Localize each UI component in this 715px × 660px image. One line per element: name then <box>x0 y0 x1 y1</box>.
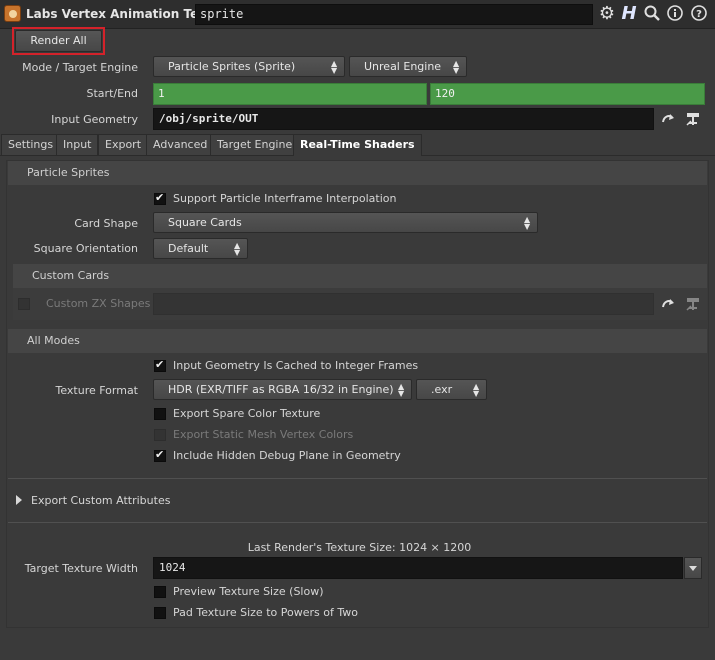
tab-export[interactable]: Export <box>98 134 149 155</box>
custom-zx-checkbox[interactable] <box>18 298 30 310</box>
jump-to-node-icon[interactable] <box>660 111 676 127</box>
texture-format-value: HDR (EXR/TIFF as RGBA 16/32 in Engine) <box>168 383 394 396</box>
info-icon[interactable] <box>666 4 684 22</box>
divider <box>8 522 707 523</box>
help-icon[interactable]: ? <box>690 4 708 22</box>
updown-arrow-icon: ▲ ▼ <box>473 382 480 398</box>
cached-frames-checkbox[interactable] <box>154 358 166 372</box>
custom-cards-heading: Custom Cards <box>13 264 707 288</box>
particle-sprites-heading: Particle Sprites <box>8 161 707 185</box>
square-orientation-menu[interactable]: Default ▲ ▼ <box>153 238 248 259</box>
all-modes-heading: All Modes <box>8 329 707 353</box>
updown-arrow-icon: ▲ ▼ <box>234 241 241 257</box>
end-frame-field[interactable]: 120 <box>430 83 705 105</box>
divider <box>8 478 707 479</box>
render-all-button[interactable]: Render All <box>15 30 102 52</box>
texture-format-menu[interactable]: HDR (EXR/TIFF as RGBA 16/32 in Engine) ▲… <box>153 379 412 400</box>
updown-arrow-icon: ▲ ▼ <box>331 59 338 75</box>
mode-menu[interactable]: Particle Sprites (Sprite) ▲ ▼ <box>153 56 345 77</box>
tab-target-engine[interactable]: Target Engine <box>210 134 300 155</box>
export-custom-attributes-label[interactable]: Export Custom Attributes <box>31 494 170 507</box>
preview-texture-checkbox[interactable] <box>154 586 166 598</box>
cached-frames-label: Input Geometry Is Cached to Integer Fram… <box>173 359 419 372</box>
interframe-label: Support Particle Interframe Interpolatio… <box>173 192 397 205</box>
mode-menu-value: Particle Sprites (Sprite) <box>168 60 296 73</box>
last-render-size-text: Last Render's Texture Size: 1024 × 1200 <box>247 541 472 554</box>
engine-menu[interactable]: Unreal Engine ▲ ▼ <box>349 56 467 77</box>
texture-ext-menu[interactable]: .exr ▲ ▼ <box>416 379 487 400</box>
input-geometry-label: Input Geometry <box>51 113 138 126</box>
custom-zx-label: Custom ZX Shapes <box>46 297 151 310</box>
texture-format-label: Texture Format <box>55 384 138 397</box>
startend-label: Start/End <box>86 87 138 100</box>
square-orientation-value: Default <box>168 242 209 255</box>
node-type-icon <box>4 5 21 22</box>
input-geometry-field[interactable]: /obj/sprite/OUT <box>153 108 654 130</box>
static-mesh-label: Export Static Mesh Vertex Colors <box>173 428 354 441</box>
spare-color-label: Export Spare Color Texture <box>173 407 321 420</box>
square-orientation-label: Square Orientation <box>33 242 138 255</box>
node-name-input[interactable]: sprite <box>195 4 593 25</box>
card-shape-value: Square Cards <box>168 216 242 229</box>
preview-texture-label: Preview Texture Size (Slow) <box>173 585 324 598</box>
search-icon[interactable] <box>643 4 661 22</box>
spare-color-checkbox[interactable] <box>154 408 166 420</box>
engine-menu-value: Unreal Engine <box>364 60 442 73</box>
updown-arrow-icon: ▲ ▼ <box>453 59 460 75</box>
node-chooser-icon[interactable] <box>684 110 702 128</box>
interframe-checkbox[interactable] <box>154 191 166 205</box>
tab-advanced[interactable]: Advanced <box>146 134 215 155</box>
tab-settings[interactable]: Settings <box>1 134 61 155</box>
updown-arrow-icon: ▲ ▼ <box>524 215 531 231</box>
custom-zx-field[interactable] <box>153 293 654 315</box>
chevron-down-icon <box>689 566 697 571</box>
static-mesh-checkbox[interactable] <box>154 429 166 441</box>
card-shape-menu[interactable]: Square Cards ▲ ▼ <box>153 212 538 233</box>
help-h-icon[interactable]: H <box>619 3 639 25</box>
debug-plane-checkbox[interactable] <box>154 448 166 462</box>
expand-arrow-icon[interactable] <box>16 495 22 505</box>
node-chooser-icon[interactable] <box>684 295 702 313</box>
pad-texture-label: Pad Texture Size to Powers of Two <box>173 606 358 619</box>
updown-arrow-icon: ▲ ▼ <box>398 382 405 398</box>
debug-plane-label: Include Hidden Debug Plane in Geometry <box>173 449 401 462</box>
svg-text:?: ? <box>696 9 702 20</box>
card-shape-label: Card Shape <box>74 217 138 230</box>
tab-real-time-shaders[interactable]: Real-Time Shaders <box>293 134 422 156</box>
target-texture-width-label: Target Texture Width <box>24 562 138 575</box>
target-width-dropdown-button[interactable] <box>684 557 702 579</box>
pad-texture-checkbox[interactable] <box>154 607 166 619</box>
texture-ext-value: .exr <box>431 383 453 396</box>
jump-to-node-icon[interactable] <box>660 296 676 312</box>
mode-label: Mode / Target Engine <box>22 61 138 74</box>
tab-input[interactable]: Input <box>56 134 99 155</box>
start-frame-field[interactable]: 1 <box>153 83 427 105</box>
target-texture-width-field[interactable]: 1024 <box>153 557 683 579</box>
gear-icon[interactable]: ⚙ <box>597 3 617 25</box>
